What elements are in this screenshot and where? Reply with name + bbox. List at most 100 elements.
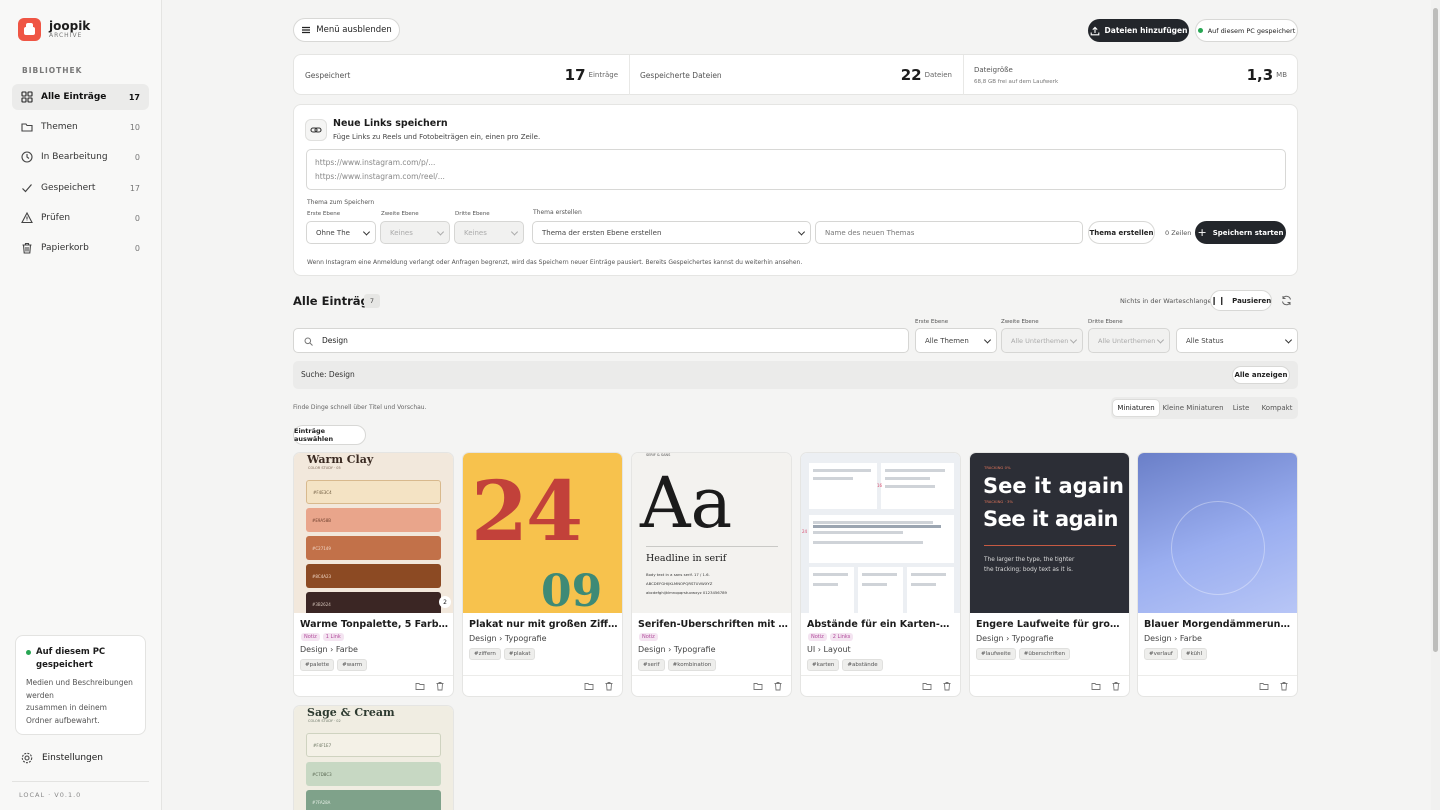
dashboard-layout-illustration	[809, 463, 954, 613]
entry-tile[interactable]: 24 09 Plakat nur mit großen Ziffern Desi…	[462, 452, 623, 697]
stat-files-unit: Dateien	[924, 71, 952, 79]
spacing-marker: 24	[802, 529, 808, 534]
sidebar-item-label: Gespeichert	[41, 183, 96, 193]
tag[interactable]: #karten	[807, 659, 840, 671]
trash-icon[interactable]	[435, 681, 445, 691]
entry-tile[interactable]: SERIF & SANS Aa Headline in serif Body t…	[631, 452, 792, 697]
pause-button[interactable]: ❙❙ Pausieren	[1210, 290, 1272, 311]
app-logo[interactable]: joopik ARCHIVE	[18, 18, 90, 41]
entry-tile[interactable]: TRACKING 0% See it again TRACKING · 3% S…	[969, 452, 1130, 697]
tag[interactable]: #kühl	[1180, 648, 1207, 660]
palette-subtitle: COLOR STUDY · 02	[308, 719, 341, 723]
chevron-down-icon	[436, 227, 445, 236]
sidebar-item-all-entries[interactable]: Alle Einträge 17	[12, 84, 149, 110]
tag[interactable]: #palette	[300, 659, 335, 671]
stat-saved: Gespeichert 17 Einträge	[294, 55, 629, 95]
status-filter-select[interactable]: Alle Status	[1176, 328, 1298, 353]
stored-status-badge: Auf diesem PC gespeichert	[1195, 19, 1298, 42]
create-theme-select[interactable]: Thema der ersten Ebene erstellen	[532, 221, 811, 244]
folder-icon[interactable]	[1259, 681, 1269, 691]
view-list-tab[interactable]: Liste	[1228, 400, 1254, 416]
trash-icon[interactable]	[942, 681, 952, 691]
hide-menu-button[interactable]: Menü ausblenden	[293, 18, 400, 42]
spacing-marker: 16	[877, 483, 883, 488]
refresh-icon[interactable]	[1281, 295, 1292, 306]
trash-icon[interactable]	[773, 681, 783, 691]
level1-select[interactable]: Ohne The	[306, 221, 376, 244]
tag[interactable]: #kombination	[667, 659, 717, 671]
create-theme-button[interactable]: Thema erstellen	[1088, 221, 1155, 244]
sidebar-item-review[interactable]: Prüfen 0	[12, 205, 149, 231]
entry-tags: #verlauf #kühl	[1144, 648, 1207, 660]
tag[interactable]: #ziffern	[469, 648, 501, 660]
add-files-button[interactable]: Dateien hinzufügen	[1088, 19, 1189, 42]
entry-category: Design › Typografie	[469, 634, 547, 643]
scrollbar-track[interactable]	[1431, 0, 1440, 810]
tile-divider	[294, 675, 453, 676]
view-thumbnails-tab[interactable]: Miniaturen	[1113, 400, 1159, 416]
tag[interactable]: #warm	[337, 659, 368, 671]
stat-files-label: Gespeicherte Dateien	[640, 70, 722, 80]
show-all-button[interactable]: Alle anzeigen	[1232, 366, 1290, 384]
entry-thumbnail: Warm Clay COLOR STUDY · 05 #F4E3C4 #E9A5…	[294, 453, 453, 613]
plus-icon: +	[1197, 226, 1207, 239]
version-label: LOCAL · V0.1.0	[19, 791, 82, 799]
trash-icon[interactable]	[1111, 681, 1121, 691]
serif-headline: Headline in serif	[646, 553, 727, 564]
folder-icon[interactable]	[584, 681, 594, 691]
tag[interactable]: #serif	[638, 659, 665, 671]
folder-icon[interactable]	[753, 681, 763, 691]
settings-link[interactable]: Einstellungen	[21, 752, 103, 764]
entry-tile[interactable]: Warm Clay COLOR STUDY · 05 #F4E3C4 #E9A5…	[293, 452, 454, 697]
filter-level1-select[interactable]: Alle Themen	[915, 328, 997, 353]
new-theme-placeholder: Name des neuen Themas	[825, 228, 915, 237]
pause-icon: ❙❙	[1210, 296, 1227, 305]
tag[interactable]: #plakat	[503, 648, 536, 660]
level2-select[interactable]: Keines	[380, 221, 450, 244]
trash-icon[interactable]	[604, 681, 614, 691]
entry-thumbnail: Sage & Cream COLOR STUDY · 02 #F4F1E7 #C…	[294, 706, 453, 810]
folder-icon[interactable]	[415, 681, 425, 691]
entry-category: Design › Typografie	[976, 634, 1054, 643]
select-entries-button[interactable]: Einträge auswählen	[293, 425, 366, 445]
entry-tile[interactable]: 16 24 Abstände für ein Karten-Dashboard …	[800, 452, 961, 697]
filter-level2-value: Alle Unterthemen	[1011, 336, 1069, 345]
view-compact-tab[interactable]: Kompakt	[1258, 400, 1296, 416]
links-textarea[interactable]: https://www.instagram.com/p/... https://…	[306, 149, 1286, 190]
entry-tile[interactable]: Blauer Morgendämmerungs-Verlauf Design ›…	[1137, 452, 1298, 697]
filter-level1-label: Erste Ebene	[915, 319, 949, 325]
scrollbar-thumb[interactable]	[1433, 8, 1438, 652]
entry-tags: #ziffern #plakat	[469, 648, 536, 660]
sidebar-item-in-progress[interactable]: In Bearbeitung 0	[12, 144, 149, 170]
menu-icon	[302, 26, 311, 34]
filter-level2-select[interactable]: Alle Unterthemen	[1001, 328, 1083, 353]
folder-icon[interactable]	[1091, 681, 1101, 691]
sidebar-item-themes[interactable]: Themen 10	[12, 114, 149, 140]
sidebar-item-trash[interactable]: Papierkorb 0	[12, 235, 149, 261]
sidebar-item-label: Themen	[41, 122, 78, 132]
color-swatch: #F4F1E7	[306, 733, 441, 757]
link-badge: 2 Links	[829, 633, 854, 641]
entry-tile[interactable]: Sage & Cream COLOR STUDY · 02 #F4F1E7 #C…	[293, 705, 454, 810]
view-small-thumbnails-tab[interactable]: Kleine Miniaturen	[1162, 400, 1224, 416]
sidebar-item-saved[interactable]: Gespeichert 17	[12, 175, 149, 201]
chevron-down-icon	[983, 335, 992, 344]
new-theme-name-input[interactable]: Name des neuen Themas	[815, 221, 1083, 244]
accent-rule	[984, 545, 1116, 546]
folder-icon[interactable]	[922, 681, 932, 691]
tag[interactable]: #abstände	[842, 659, 883, 671]
entry-category: Design › Farbe	[1144, 634, 1202, 643]
storage-info-box: Auf diesem PC gespeichert Medien und Bes…	[15, 635, 146, 735]
tag[interactable]: #überschriften	[1018, 648, 1071, 660]
tag[interactable]: #laufweite	[976, 648, 1016, 660]
start-saving-button[interactable]: + Speichern starten	[1195, 221, 1286, 244]
search-input[interactable]: Design	[293, 328, 909, 353]
tag[interactable]: #verlauf	[1144, 648, 1178, 660]
sidebar-item-label: Alle Einträge	[41, 92, 107, 102]
tile-divider	[632, 675, 791, 676]
trash-icon[interactable]	[1279, 681, 1289, 691]
filter-level3-select[interactable]: Alle Unterthemen	[1088, 328, 1170, 353]
level3-select[interactable]: Keines	[454, 221, 524, 244]
stat-size-unit: MB	[1276, 71, 1287, 79]
storage-info-title: Auf diesem PC gespeichert	[36, 647, 106, 670]
